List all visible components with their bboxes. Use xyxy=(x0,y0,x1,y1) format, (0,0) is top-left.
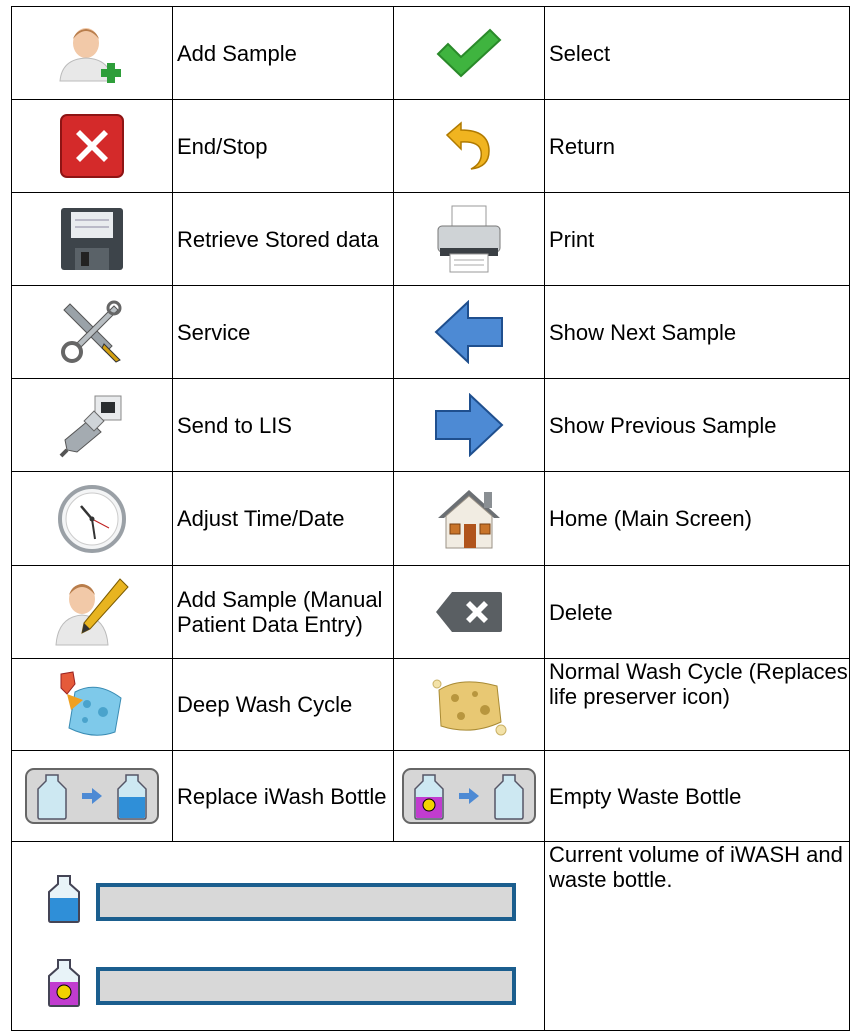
iwash-volume-row xyxy=(46,874,516,929)
table-row: Retrieve Stored data Print xyxy=(11,192,850,286)
iwash-bottle-icon xyxy=(46,874,82,929)
bottle-transfer-icon xyxy=(12,767,172,825)
icon-label: Empty Waste Bottle xyxy=(544,750,850,842)
arrow-left-icon xyxy=(394,300,544,364)
icon-cell xyxy=(393,471,545,566)
house-icon xyxy=(394,486,544,552)
table-row: End/Stop Return xyxy=(11,99,850,193)
spray-sponge-icon xyxy=(12,670,172,740)
icon-cell xyxy=(393,99,545,193)
icon-label: Normal Wash Cycle (Replaces life preserv… xyxy=(544,658,850,751)
icon-label: Home (Main Screen) xyxy=(544,471,850,566)
icon-cell xyxy=(11,750,173,842)
iwash-volume-bar xyxy=(96,882,516,921)
waste-bottle-icon xyxy=(46,958,82,1013)
wrench-screwdriver-icon xyxy=(12,300,172,364)
icon-cell xyxy=(11,565,173,659)
icon-label: Show Next Sample xyxy=(544,285,850,379)
table-row: Deep Wash Cycle Normal Wash Cycle (Repla… xyxy=(11,658,850,751)
icon-label: Replace iWash Bottle xyxy=(172,750,394,842)
icon-cell xyxy=(393,378,545,472)
icon-label: Select xyxy=(544,6,850,100)
sponge-icon xyxy=(394,670,544,740)
table-row: Service Show Next Sample xyxy=(11,285,850,379)
add-user-icon xyxy=(12,23,172,83)
table-row: Add Sample (Manual Patient Data Entry) D… xyxy=(11,565,850,659)
arrow-right-icon xyxy=(394,393,544,457)
backspace-delete-icon xyxy=(394,590,544,634)
icon-cell xyxy=(393,192,545,286)
icon-label: Delete xyxy=(544,565,850,659)
icon-label: Retrieve Stored data xyxy=(172,192,394,286)
volume-cell xyxy=(11,841,545,1031)
table-row: Send to LIS Show Previous Sample xyxy=(11,378,850,472)
icon-cell xyxy=(393,658,545,751)
icon-cell xyxy=(11,471,173,566)
icon-legend-table: Add Sample Select End/Stop Return Retrie… xyxy=(11,6,850,1031)
return-icon xyxy=(394,121,544,171)
icon-cell xyxy=(393,750,545,842)
icon-cell xyxy=(11,6,173,100)
icon-label: Service xyxy=(172,285,394,379)
waste-volume-bar xyxy=(96,966,516,1005)
clock-icon xyxy=(12,484,172,554)
icon-cell xyxy=(393,285,545,379)
table-row: Current volume of iWASH and waste bottle… xyxy=(11,841,850,1031)
icon-label: Show Previous Sample xyxy=(544,378,850,472)
icon-label: Add Sample (Manual Patient Data Entry) xyxy=(172,565,394,659)
waste-bottle-transfer-icon xyxy=(394,767,544,825)
icon-cell xyxy=(393,565,545,659)
user-pencil-icon xyxy=(12,577,172,647)
table-row: Adjust Time/Date Home (Main Screen) xyxy=(11,471,850,566)
floppy-disk-icon xyxy=(12,206,172,272)
icon-cell xyxy=(11,99,173,193)
icon-cell xyxy=(11,378,173,472)
icon-label: Return xyxy=(544,99,850,193)
icon-cell xyxy=(393,6,545,100)
end-stop-icon xyxy=(12,113,172,179)
volume-label: Current volume of iWASH and waste bottle… xyxy=(544,841,850,1031)
printer-icon xyxy=(394,204,544,274)
table-row: Replace iWash Bottle Empty Waste Bottle xyxy=(11,750,850,842)
checkmark-icon xyxy=(394,28,544,78)
icon-cell xyxy=(11,285,173,379)
network-cable-icon xyxy=(12,392,172,458)
icon-label: Add Sample xyxy=(172,6,394,100)
icon-cell xyxy=(11,192,173,286)
icon-label: Print xyxy=(544,192,850,286)
icon-label: Send to LIS xyxy=(172,378,394,472)
icon-label: Deep Wash Cycle xyxy=(172,658,394,751)
table-row: Add Sample Select xyxy=(11,6,850,100)
icon-label: End/Stop xyxy=(172,99,394,193)
icon-label: Adjust Time/Date xyxy=(172,471,394,566)
icon-cell xyxy=(11,658,173,751)
waste-volume-row xyxy=(46,958,516,1013)
